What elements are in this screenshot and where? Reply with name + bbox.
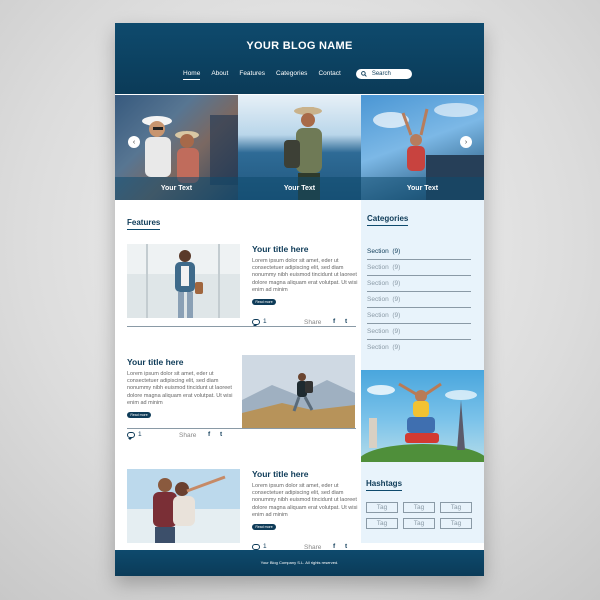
slide-2[interactable]: Your Text [238, 95, 361, 200]
post-3-title[interactable]: Your title here [252, 469, 309, 479]
post-1-photo [127, 244, 240, 318]
post-divider [127, 428, 356, 429]
chevron-left-icon: ‹ [132, 138, 136, 146]
post-2-text: Lorem ipsum dolor sit amet, eder ut cons… [127, 371, 233, 406]
post-3-read-more-button[interactable]: Read more [252, 524, 276, 530]
post-1: Your title here Lorem ipsum dolor sit am… [127, 244, 357, 344]
categories-title: Categories [367, 214, 409, 226]
post-3-photo [127, 469, 240, 543]
post-2-facebook-icon[interactable]: f [208, 431, 210, 438]
tag-button[interactable]: Tag [440, 502, 472, 513]
slide-3-caption: Your Text [361, 177, 484, 200]
post-1-read-more-button[interactable]: Read more [252, 299, 276, 305]
blog-name[interactable]: YOUR BLOG NAME [115, 40, 484, 52]
post-3-comment-count: 1 [263, 543, 267, 550]
nav-categories[interactable]: Categories [276, 70, 307, 79]
comment-icon [252, 318, 260, 327]
post-3-text: Lorem ipsum dolor sit amet, eder ut cons… [252, 483, 358, 518]
category-item[interactable]: Section (9) [367, 340, 471, 356]
search-label: Search [371, 71, 391, 77]
category-item[interactable]: Section (9) [367, 292, 471, 308]
post-2-image[interactable] [242, 355, 355, 429]
nav-contact[interactable]: Contact [318, 70, 340, 79]
category-item[interactable]: Section (9) [367, 244, 471, 260]
tag-cloud: Tag Tag Tag Tag Tag Tag [366, 502, 476, 529]
post-1-text: Lorem ipsum dolor sit amet, eder ut cons… [252, 258, 358, 293]
tag-button[interactable]: Tag [403, 518, 435, 529]
post-1-comments[interactable]: 1 [252, 318, 267, 327]
sidebar: Categories Section (9) Section (9) Secti… [361, 200, 484, 543]
post-3-image[interactable] [127, 469, 240, 543]
travel-collage-image [361, 382, 484, 462]
post-2: Your title here Lorem ipsum dolor sit am… [127, 355, 357, 457]
tag-button[interactable]: Tag [366, 502, 398, 513]
post-1-facebook-icon[interactable]: f [333, 318, 335, 325]
sidebar-ad-image[interactable] [361, 370, 484, 462]
features-column: Features Your title here Lorem ipsum dol… [115, 200, 361, 552]
post-1-title[interactable]: Your title here [252, 244, 309, 254]
category-item[interactable]: Section (9) [367, 308, 471, 324]
tag-button[interactable]: Tag [366, 518, 398, 529]
post-1-image[interactable] [127, 244, 240, 318]
post-2-title[interactable]: Your title here [127, 357, 184, 367]
tag-button[interactable]: Tag [403, 502, 435, 513]
search-input[interactable]: Search [355, 69, 412, 79]
hashtags-title: Hashtags [366, 479, 403, 491]
post-1-twitter-icon[interactable]: t [345, 318, 347, 325]
features-title: Features [127, 218, 161, 230]
nav-features[interactable]: Features [239, 70, 265, 79]
category-item[interactable]: Section (9) [367, 324, 471, 340]
nav-about[interactable]: About [211, 70, 228, 79]
post-2-share-label: Share [179, 432, 197, 439]
post-3-twitter-icon[interactable]: t [345, 543, 347, 550]
category-item[interactable]: Section (9) [367, 260, 471, 276]
search-icon [360, 71, 367, 77]
tag-button[interactable]: Tag [440, 518, 472, 529]
post-1-comment-count: 1 [263, 318, 267, 325]
hero-slider: Your Text Your Text Your Text ‹ › [115, 95, 484, 200]
post-divider [127, 326, 356, 327]
blog-page: YOUR BLOG NAME Home About Features Categ… [115, 23, 484, 576]
chevron-right-icon: › [464, 138, 468, 146]
slide-2-caption: Your Text [238, 177, 361, 200]
category-item[interactable]: Section (9) [367, 276, 471, 292]
post-3-comments[interactable]: 1 [252, 543, 267, 552]
comment-icon [252, 543, 260, 552]
slider-next-button[interactable]: › [460, 136, 472, 148]
post-3-facebook-icon[interactable]: f [333, 543, 335, 550]
post-2-read-more-button[interactable]: Read more [127, 412, 151, 418]
categories-list: Section (9) Section (9) Section (9) Sect… [367, 244, 471, 356]
site-header: YOUR BLOG NAME Home About Features Categ… [115, 23, 484, 94]
slider-prev-button[interactable]: ‹ [128, 136, 140, 148]
post-2-twitter-icon[interactable]: t [220, 431, 222, 438]
post-2-comment-count: 1 [138, 431, 142, 438]
main-area: Features Your title here Lorem ipsum dol… [115, 200, 484, 552]
site-footer: Your Blog Company S.L. All rights reserv… [115, 550, 484, 576]
slide-1-caption: Your Text [115, 177, 238, 200]
footer-copyright: Your Blog Company S.L. All rights reserv… [260, 560, 339, 565]
post-2-photo [242, 355, 355, 429]
main-nav: Home About Features Categories Contact S… [183, 69, 412, 80]
comment-icon [127, 431, 135, 440]
nav-home[interactable]: Home [183, 70, 201, 80]
post-2-comments[interactable]: 1 [127, 431, 142, 440]
post-1-share-label: Share [304, 319, 322, 326]
